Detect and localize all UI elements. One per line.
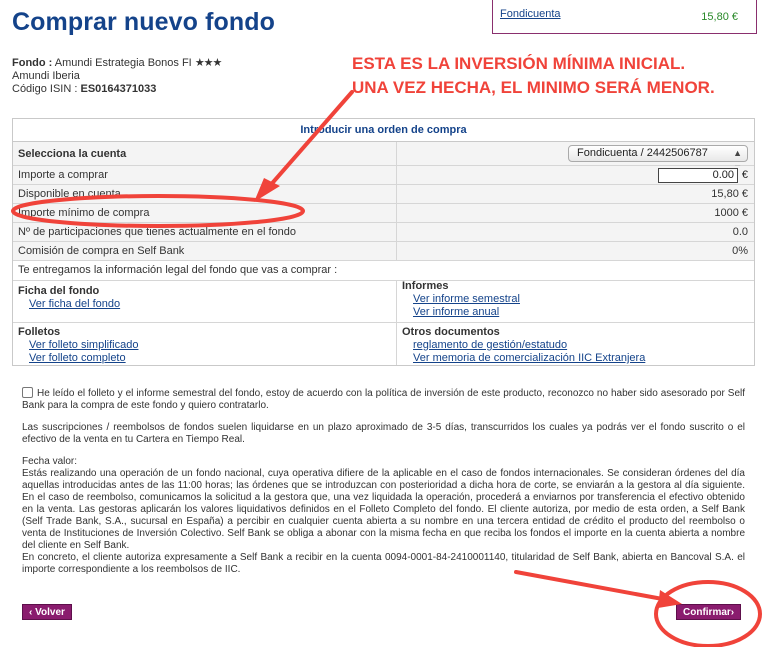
available-label: Disponible en cuenta xyxy=(18,188,121,200)
amount-label: Importe a comprar xyxy=(18,169,108,181)
folleto-completo-link[interactable]: Ver folleto completo xyxy=(18,352,397,365)
informe-anual-link[interactable]: Ver informe anual xyxy=(402,306,764,319)
available-value: 15,80 € xyxy=(711,188,748,200)
folleto-simplificado-link[interactable]: Ver folleto simplificado xyxy=(18,339,397,352)
rating-stars-icon: ★★★ xyxy=(194,57,223,69)
confirm-button[interactable]: Confirmar› xyxy=(676,604,742,620)
minimum-amount-value: 1000 € xyxy=(714,207,748,219)
form-caption: Introducir una orden de compra xyxy=(13,119,754,142)
account-summary-fund-link[interactable]: Fondicuenta xyxy=(500,8,561,20)
minimum-amount-label: Importe mínimo de compra xyxy=(18,207,150,219)
isin-code: ES0164371033 xyxy=(80,83,157,95)
row-divider xyxy=(396,166,397,184)
annotation-arrow-lower xyxy=(514,570,670,602)
account-row: Selecciona la cuenta Fondicuenta / 24425… xyxy=(13,142,754,173)
value-date-title: Fecha valor: xyxy=(22,456,78,467)
amount-row: Importe a comprar 0.00 € xyxy=(13,166,754,185)
row-divider xyxy=(396,185,397,203)
currency-symbol: € xyxy=(741,169,748,181)
commission-label: Comisión de compra en Self Bank xyxy=(18,245,185,257)
authorization-paragraph: En concreto, el cliente autoriza expresa… xyxy=(22,552,745,575)
memoria-link[interactable]: Ver memoria de comercialización IIC Extr… xyxy=(402,352,764,365)
account-select-value: Fondicuenta / 2442506787 xyxy=(577,147,708,159)
isin-label: Código ISIN : xyxy=(12,83,78,95)
row-divider xyxy=(396,242,397,260)
commission-value: 0% xyxy=(732,245,748,257)
fund-name: Amundi Estrategia Bonos FI xyxy=(54,57,192,69)
annotation-line-1: ESTA ES LA INVERSIÓN MÍNIMA INICIAL. xyxy=(352,54,686,73)
documents-section: Ficha del fondo Ver ficha del fondo Info… xyxy=(13,280,754,365)
consent-checkbox[interactable] xyxy=(22,387,33,398)
informe-semestral-link[interactable]: Ver informe semestral xyxy=(402,293,764,306)
documents-divider xyxy=(13,322,754,323)
folletos-cell: Folletos Ver folleto simplificado Ver fo… xyxy=(13,326,397,365)
fund-label: Fondo : xyxy=(12,57,53,69)
legal-info-label: Te entregamos la información legal del f… xyxy=(18,264,338,276)
minimum-amount-row: Importe mínimo de compra 1000 € xyxy=(13,204,754,223)
consent-text: He leído el folleto y el informe semestr… xyxy=(22,388,745,411)
shares-row: Nº de participaciones que tienes actualm… xyxy=(13,223,754,242)
account-summary-box: Fondicuenta 15,80 € xyxy=(492,0,757,34)
annotation-text: ESTA ES LA INVERSIÓN MÍNIMA INICIAL. UNA… xyxy=(352,52,715,100)
fund-manager: Amundi Iberia xyxy=(12,70,80,82)
purchase-order-form: Introducir una orden de compra Seleccion… xyxy=(12,118,755,366)
account-summary-amount: 15,80 € xyxy=(701,11,738,23)
annotation-line-2: UNA VEZ HECHA, EL MINIMO SERÁ MENOR. xyxy=(352,78,715,97)
otros-documentos-title: Otros documentos xyxy=(402,326,500,338)
ficha-cell: Ficha del fondo Ver ficha del fondo xyxy=(13,285,397,311)
legal-info-row: Te entregamos la información legal del f… xyxy=(13,261,754,281)
terms-section: He leído el folleto y el informe semestr… xyxy=(22,387,745,576)
row-divider xyxy=(396,204,397,222)
amount-input[interactable]: 0.00 xyxy=(658,168,738,183)
back-button[interactable]: ‹ Volver xyxy=(22,604,72,620)
otros-documentos-cell: Otros documentos reglamento de gestión/e… xyxy=(397,326,764,365)
folletos-title: Folletos xyxy=(18,326,61,338)
ficha-link[interactable]: Ver ficha del fondo xyxy=(18,298,397,311)
settlement-paragraph: Las suscripciones / reembolsos de fondos… xyxy=(22,422,745,445)
commission-row: Comisión de compra en Self Bank 0% xyxy=(13,242,754,261)
shares-value: 0.0 xyxy=(732,226,748,238)
reglamento-link[interactable]: reglamento de gestión/estatudo xyxy=(402,339,764,352)
available-row: Disponible en cuenta 15,80 € xyxy=(13,185,754,204)
informes-title: Informes xyxy=(402,280,449,292)
account-label: Selecciona la cuenta xyxy=(18,148,127,160)
shares-label: Nº de participaciones que tienes actualm… xyxy=(18,226,296,238)
value-date-body: Estás realizando una operación de un fon… xyxy=(22,468,745,551)
row-divider xyxy=(396,142,397,165)
informes-cell: Informes Ver informe semestral Ver infor… xyxy=(397,280,764,319)
consent-paragraph: He leído el folleto y el informe semestr… xyxy=(22,387,745,412)
row-divider xyxy=(396,223,397,241)
fund-info: Fondo : Amundi Estrategia Bonos FI ★★★ A… xyxy=(12,57,223,96)
ficha-title: Ficha del fondo xyxy=(18,285,100,297)
account-select[interactable]: Fondicuenta / 2442506787 ▲▼ xyxy=(568,145,748,173)
page-title: Comprar nuevo fondo xyxy=(12,8,276,36)
